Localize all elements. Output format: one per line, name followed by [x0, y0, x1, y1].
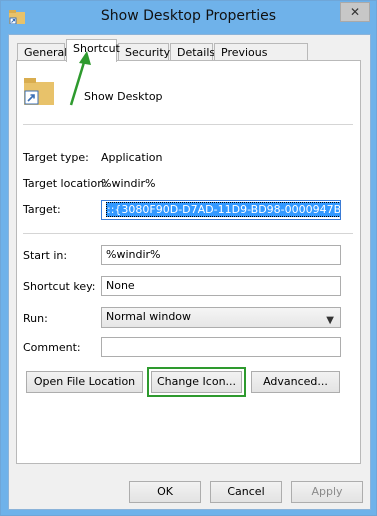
- annotation-highlight: [147, 367, 246, 397]
- separator: [23, 124, 353, 125]
- cancel-button[interactable]: Cancel: [210, 481, 282, 503]
- close-button[interactable]: ✕: [340, 2, 370, 22]
- tab-security[interactable]: Security: [118, 43, 170, 61]
- run-select[interactable]: Normal window ▼: [101, 307, 341, 328]
- start-in-label: Start in:: [23, 249, 68, 262]
- open-file-location-button[interactable]: Open File Location: [26, 371, 143, 393]
- comment-label: Comment:: [23, 341, 81, 354]
- target-input[interactable]: ::{3080F90D-D7AD-11D9-BD98-0000947B0257}: [101, 200, 341, 220]
- dialog-client-area: General Shortcut Security Details Previo…: [8, 34, 371, 510]
- target-location-label: Target location:: [23, 177, 108, 190]
- ok-button[interactable]: OK: [129, 481, 201, 503]
- properties-window: Show Desktop Properties ✕ General Shortc…: [0, 0, 377, 516]
- comment-input[interactable]: [101, 337, 341, 357]
- chevron-down-icon: ▼: [326, 315, 334, 326]
- run-label: Run:: [23, 312, 48, 325]
- tab-details[interactable]: Details: [170, 43, 215, 61]
- annotation-arrow-icon: [69, 51, 91, 106]
- shortcut-name: Show Desktop: [84, 90, 163, 103]
- advanced-button[interactable]: Advanced...: [251, 371, 340, 393]
- shortcut-panel: Show Desktop Target type: Application Ta…: [16, 60, 361, 464]
- close-icon: ✕: [349, 5, 361, 19]
- tab-general[interactable]: General: [17, 43, 67, 61]
- start-in-input[interactable]: %windir%: [101, 245, 341, 265]
- title-bar[interactable]: Show Desktop Properties ✕: [1, 1, 376, 33]
- shortcut-key-input[interactable]: None: [101, 276, 341, 296]
- tab-previous-versions[interactable]: Previous Versions: [214, 43, 308, 77]
- shortcut-key-label: Shortcut key:: [23, 280, 96, 293]
- target-value: ::{3080F90D-D7AD-11D9-BD98-0000947B0257}: [106, 202, 340, 217]
- separator: [23, 233, 353, 234]
- target-type-value: Application: [101, 151, 163, 164]
- window-title: Show Desktop Properties: [100, 8, 277, 24]
- target-label: Target:: [23, 203, 61, 216]
- run-value: Normal window: [106, 310, 192, 323]
- folder-shortcut-icon: [24, 78, 54, 105]
- target-location-value: %windir%: [101, 177, 156, 190]
- apply-button[interactable]: Apply: [291, 481, 363, 503]
- target-type-label: Target type:: [23, 151, 89, 164]
